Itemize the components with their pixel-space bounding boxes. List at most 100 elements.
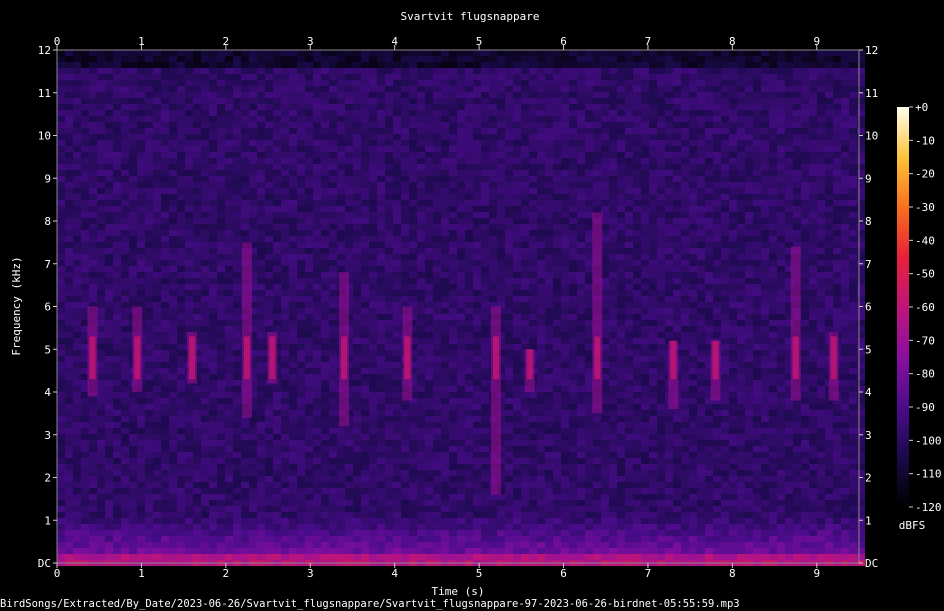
spectrogram-cell xyxy=(769,176,777,182)
spectrogram-cell xyxy=(849,230,857,236)
spectrogram-cell xyxy=(225,230,233,236)
spectrogram-cell xyxy=(145,68,153,74)
spectrogram-cell xyxy=(145,320,153,326)
spectrogram-cell xyxy=(209,182,217,188)
spectrogram-cell xyxy=(857,170,865,176)
spectrogram-cell xyxy=(657,92,665,98)
spectrogram-cell xyxy=(809,98,817,104)
spectrogram-cell xyxy=(681,284,689,290)
spectrogram-cell xyxy=(817,296,825,302)
spectrogram-cell xyxy=(305,218,313,224)
spectrogram-cell xyxy=(209,266,217,272)
spectrogram-cell xyxy=(545,134,553,140)
spectrogram-cell xyxy=(761,314,769,320)
spectrogram-cell xyxy=(505,254,513,260)
spectrogram-cell xyxy=(633,182,641,188)
spectrogram-cell xyxy=(449,140,457,146)
spectrogram-cell xyxy=(441,332,449,338)
spectrogram-cell xyxy=(529,272,537,278)
spectrogram-cell xyxy=(473,152,481,158)
spectrogram-cell xyxy=(713,296,721,302)
spectrogram-cell xyxy=(857,116,865,122)
spectrogram-cell xyxy=(241,140,249,146)
spectrogram-cell xyxy=(305,146,313,152)
spectrogram-cell xyxy=(73,212,81,218)
spectrogram-cell xyxy=(697,68,705,74)
spectrogram-cell xyxy=(801,308,809,314)
spectrogram-cell xyxy=(681,134,689,140)
spectrogram-cell xyxy=(153,158,161,164)
spectrogram-cell xyxy=(489,284,497,290)
spectrogram-cell xyxy=(281,170,289,176)
spectrogram-cell xyxy=(521,332,529,338)
spectrogram-cell xyxy=(345,248,353,254)
spectrogram-cell xyxy=(193,206,201,212)
spectrogram-cell xyxy=(209,98,217,104)
spectrogram-cell xyxy=(633,194,641,200)
spectrogram-cell xyxy=(785,158,793,164)
spectrogram-cell xyxy=(841,260,849,266)
spectrogram-cell xyxy=(305,284,313,290)
spectrogram-cell xyxy=(97,68,105,74)
spectrogram-cell xyxy=(385,326,393,332)
spectrogram-cell xyxy=(849,248,857,254)
spectrogram-cell xyxy=(89,80,97,86)
spectrogram-cell xyxy=(537,302,545,308)
spectrogram-cell xyxy=(97,116,105,122)
spectrogram-cell xyxy=(729,242,737,248)
spectrogram-cell xyxy=(673,152,681,158)
spectrogram-cell xyxy=(281,140,289,146)
spectrogram-cell xyxy=(633,278,641,284)
spectrogram-cell xyxy=(233,314,241,320)
spectrogram-cell xyxy=(825,116,833,122)
spectrogram-cell xyxy=(417,260,425,266)
spectrogram-cell xyxy=(329,248,337,254)
spectrogram-cell xyxy=(617,326,625,332)
spectrogram-cell xyxy=(353,302,361,308)
spectrogram-cell xyxy=(577,92,585,98)
spectrogram-cell xyxy=(473,62,481,68)
spectrogram-cell xyxy=(433,134,441,140)
spectrogram-cell xyxy=(409,284,417,290)
spectrogram-cell xyxy=(257,170,265,176)
spectrogram-cell xyxy=(745,110,753,116)
spectrogram-cell xyxy=(289,206,297,212)
spectrogram-cell xyxy=(105,188,113,194)
spectrogram-cell xyxy=(505,242,513,248)
spectrogram-cell xyxy=(233,176,241,182)
spectrogram-cell xyxy=(681,170,689,176)
spectrogram-cell xyxy=(89,146,97,152)
spectrogram-cell xyxy=(233,344,241,350)
spectrogram-cell xyxy=(377,326,385,332)
spectrogram-cell xyxy=(425,86,433,92)
spectrogram-cell xyxy=(745,98,753,104)
spectrogram-cell xyxy=(833,188,841,194)
spectrogram-cell xyxy=(257,302,265,308)
spectrogram-cell xyxy=(801,152,809,158)
spectrogram-cell xyxy=(425,170,433,176)
spectrogram-cell xyxy=(313,302,321,308)
spectrogram-cell xyxy=(753,338,761,344)
spectrogram-cell xyxy=(769,62,777,68)
spectrogram-cells xyxy=(57,50,865,566)
spectrogram-cell xyxy=(297,74,305,80)
spectrogram-cell xyxy=(713,164,721,170)
spectrogram-cell xyxy=(57,284,65,290)
spectrogram-cell xyxy=(713,302,721,308)
spectrogram-cell xyxy=(225,272,233,278)
spectrogram-cell xyxy=(481,206,489,212)
spectrogram-cell xyxy=(761,284,769,290)
spectrogram-cell xyxy=(65,290,73,296)
spectrogram-cell xyxy=(457,260,465,266)
spectrogram-cell xyxy=(473,194,481,200)
spectrogram-cell xyxy=(425,146,433,152)
spectrogram-cell xyxy=(345,74,353,80)
spectrogram-cell xyxy=(505,122,513,128)
spectrogram-cell xyxy=(537,296,545,302)
spectrogram-cell xyxy=(609,266,617,272)
spectrogram-cell xyxy=(369,212,377,218)
spectrogram-cell xyxy=(321,290,329,296)
spectrogram-cell xyxy=(273,242,281,248)
spectrogram-cell xyxy=(801,164,809,170)
spectrogram-cell xyxy=(177,122,185,128)
